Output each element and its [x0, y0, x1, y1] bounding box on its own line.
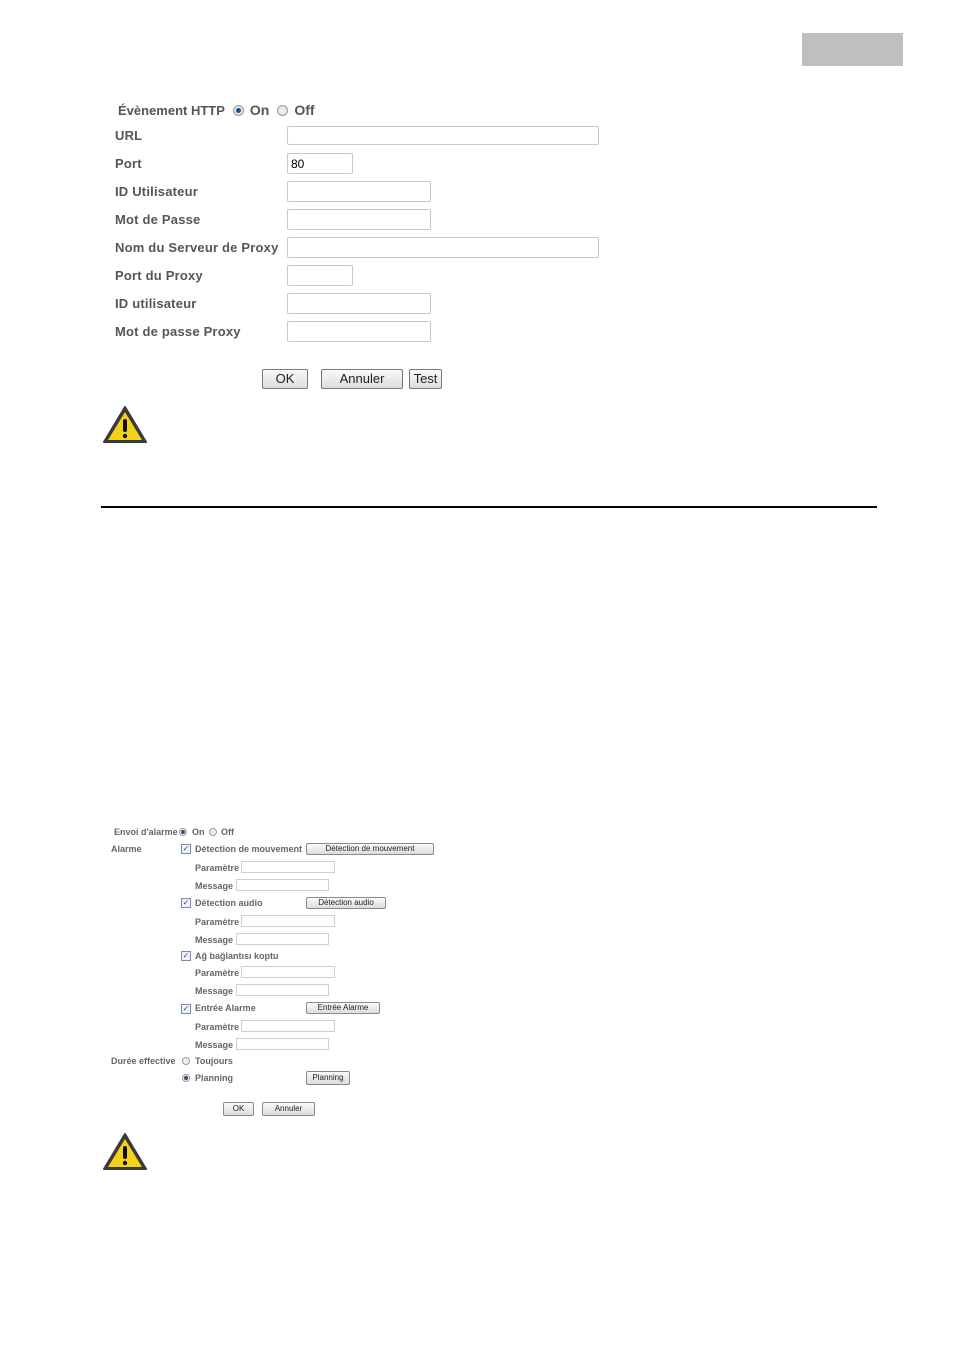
password-input[interactable] — [287, 209, 431, 230]
proxy-server-input[interactable] — [287, 237, 599, 258]
ok-button[interactable]: OK — [262, 369, 308, 389]
motion-message-input[interactable] — [236, 879, 329, 891]
network-lost-label: Ağ bağlantısı koptu — [195, 951, 279, 961]
duration-label: Durée effective — [111, 1056, 176, 1066]
motion-message-label: Message — [195, 881, 234, 891]
audio-detection-label: Détection audio — [195, 898, 263, 908]
url-label: URL — [115, 128, 143, 143]
send-alarm-off-radio[interactable] — [209, 828, 217, 836]
http-event-on-radio[interactable] — [232, 104, 244, 116]
network-parameter-input[interactable] — [241, 966, 335, 978]
warning-triangle-icon — [103, 1133, 147, 1170]
alarm-input-label: Entrée Alarme — [195, 1003, 256, 1013]
motion-detection-checkbox[interactable]: ✓ — [181, 844, 191, 854]
proxy-password-input[interactable] — [287, 321, 431, 342]
proxy-server-label: Nom du Serveur de Proxy — [115, 240, 279, 255]
audio-message-input[interactable] — [236, 933, 329, 945]
proxy-user-id-input[interactable] — [287, 293, 431, 314]
port-label: Port — [115, 156, 142, 171]
cancel-button[interactable]: Annuler — [321, 369, 403, 389]
motion-detection-label: Détection de mouvement — [195, 844, 303, 854]
alarm-input-checkbox[interactable]: ✓ — [181, 1004, 191, 1014]
send-alarm-label: Envoi d'alarme — [114, 827, 178, 837]
network-message-input[interactable] — [236, 984, 329, 996]
send-alarm-on-radio[interactable] — [179, 828, 187, 836]
motion-parameter-label: Paramètre — [195, 863, 240, 873]
alarm-cancel-button[interactable]: Annuler — [262, 1102, 315, 1116]
page-tab — [802, 33, 903, 66]
network-message-label: Message — [195, 986, 234, 996]
always-radio[interactable] — [182, 1057, 190, 1065]
alarm-input-parameter-label: Paramètre — [195, 1022, 240, 1032]
proxy-port-input[interactable] — [287, 265, 353, 286]
section-divider — [101, 506, 877, 508]
audio-detection-checkbox[interactable]: ✓ — [181, 898, 191, 908]
motion-detection-button[interactable]: Détection de mouvement — [306, 843, 434, 855]
alarm-input-message-label: Message — [195, 1040, 234, 1050]
alarm-label: Alarme — [111, 844, 142, 854]
alarm-input-button[interactable]: Entrée Alarme — [306, 1002, 380, 1014]
proxy-user-id-label: ID utilisateur — [115, 296, 197, 311]
http-event-header: Évènement HTTP On Off — [118, 102, 315, 118]
audio-parameter-label: Paramètre — [195, 917, 240, 927]
alarm-input-parameter-input[interactable] — [241, 1020, 335, 1032]
send-alarm-off-label: Off — [221, 827, 234, 837]
http-event-title: Évènement HTTP — [118, 102, 225, 118]
warning-triangle-icon — [103, 406, 147, 443]
network-parameter-label: Paramètre — [195, 968, 240, 978]
network-lost-checkbox[interactable]: ✓ — [181, 951, 191, 961]
planning-button[interactable]: Planning — [306, 1071, 350, 1085]
planning-radio[interactable] — [182, 1074, 190, 1082]
planning-label: Planning — [195, 1073, 233, 1083]
proxy-port-label: Port du Proxy — [115, 268, 203, 283]
audio-parameter-input[interactable] — [241, 915, 335, 927]
alarm-ok-button[interactable]: OK — [223, 1102, 254, 1116]
user-id-input[interactable] — [287, 181, 431, 202]
motion-parameter-input[interactable] — [241, 861, 335, 873]
test-button[interactable]: Test — [409, 369, 442, 389]
password-label: Mot de Passe — [115, 212, 201, 227]
user-id-label: ID Utilisateur — [115, 184, 198, 199]
alarm-input-message-input[interactable] — [236, 1038, 329, 1050]
always-label: Toujours — [195, 1056, 233, 1066]
url-input[interactable] — [287, 126, 599, 145]
http-event-off-label: Off — [294, 102, 315, 118]
audio-detection-button[interactable]: Détection audio — [306, 897, 386, 909]
send-alarm-on-label: On — [192, 827, 205, 837]
audio-message-label: Message — [195, 935, 234, 945]
http-event-on-label: On — [249, 102, 270, 118]
http-event-off-radio[interactable] — [277, 104, 289, 116]
port-input[interactable] — [287, 153, 353, 174]
proxy-password-label: Mot de passe Proxy — [115, 324, 241, 339]
